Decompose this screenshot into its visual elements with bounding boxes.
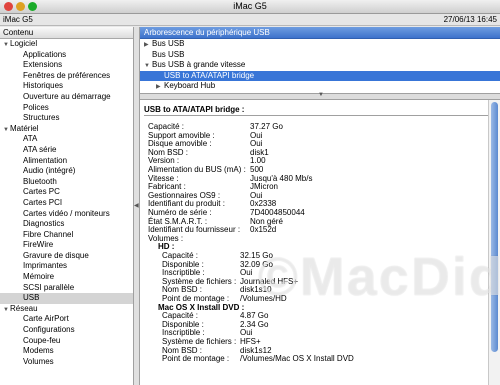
sidebar-item[interactable]: Imprimantes: [0, 261, 133, 272]
sidebar-item[interactable]: Fenêtres de préférences: [0, 71, 133, 82]
splitter-grip-icon: ◀: [134, 203, 139, 209]
sidebar-item[interactable]: Modems: [0, 346, 133, 357]
tree-row[interactable]: ▶ Keyboard Hub: [140, 81, 500, 92]
sidebar-header[interactable]: Contenu: [0, 27, 133, 39]
usb-device-tree: Arborescence du périphérique USB ▶ Bus US…: [140, 27, 500, 94]
sidebar-item-label: SCSI parallèle: [23, 282, 75, 292]
tree-row[interactable]: ▼ Bus USB à grande vitesse: [140, 60, 500, 71]
title-bar: iMac G5: [0, 0, 500, 14]
sidebar-item-label: Matériel: [10, 123, 39, 133]
sidebar-item-label: Gravure de disque: [23, 250, 89, 260]
sidebar-item-label: Réseau: [10, 303, 38, 313]
sidebar-category[interactable]: ▼Logiciel: [0, 39, 133, 50]
tree-row[interactable]: Bus USB: [140, 50, 500, 61]
sidebar-item[interactable]: ATA série: [0, 145, 133, 156]
detail-scrollbar[interactable]: [488, 100, 500, 385]
tree-row-label: USB to ATA/ATAPI bridge: [164, 70, 255, 80]
sidebar-item-label: Diagnostics: [23, 219, 65, 229]
sidebar-item-label: Carte AirPort: [23, 314, 69, 324]
sidebar-item-label: FireWire: [23, 240, 54, 250]
sidebar-item[interactable]: Cartes PC: [0, 187, 133, 198]
sidebar-item-label: Structures: [23, 113, 60, 123]
sidebar-item[interactable]: ATA: [0, 134, 133, 145]
disclosure-triangle-icon[interactable]: ▼: [144, 61, 152, 72]
sidebar-item[interactable]: Cartes PCI: [0, 198, 133, 209]
sidebar-item[interactable]: Ouverture au démarrage: [0, 92, 133, 103]
sidebar-item[interactable]: SCSI parallèle: [0, 283, 133, 294]
sidebar-item-label: Cartes PC: [23, 187, 60, 197]
tree-list: ▶ Bus USB Bus USB ▼ Bus USB à grande vitesse…: [140, 39, 500, 92]
sidebar-item-label: Imprimantes: [23, 261, 68, 271]
tree-header[interactable]: Arborescence du périphérique USB: [140, 27, 500, 39]
scrollbar-thumb[interactable]: [491, 102, 498, 352]
splitter-grip-icon: ▼: [318, 92, 324, 98]
tree-row-label: Bus USB: [152, 39, 185, 48]
sidebar-item[interactable]: Bluetooth: [0, 177, 133, 188]
sidebar-item[interactable]: Cartes vidéo / moniteurs: [0, 209, 133, 220]
report-date: 27/06/13 16:45: [443, 15, 497, 24]
sidebar-item[interactable]: FireWire: [0, 240, 133, 251]
sidebar-item-label: Volumes: [23, 356, 54, 366]
tree-row[interactable]: ▶ Bus USB: [140, 39, 500, 50]
sidebar-item[interactable]: Applications: [0, 50, 133, 61]
sidebar-item[interactable]: Extensions: [0, 60, 133, 71]
sidebar-item-label: Configurations: [23, 325, 75, 335]
sidebar-item[interactable]: Diagnostics: [0, 219, 133, 230]
sidebar-item-label: Bluetooth: [23, 176, 57, 186]
sidebar-item-label: Ouverture au démarrage: [23, 91, 111, 101]
sidebar-item[interactable]: Historiques: [0, 81, 133, 92]
sidebar-item[interactable]: Coupe-feu: [0, 336, 133, 347]
sidebar-item-label: USB: [23, 293, 40, 303]
sidebar-item[interactable]: Structures: [0, 113, 133, 124]
sidebar-item[interactable]: Alimentation: [0, 156, 133, 167]
sidebar-item[interactable]: Mémoire: [0, 272, 133, 283]
contents-sidebar: Contenu ▼Logiciel Applications Extensions F…: [0, 27, 134, 385]
sidebar-item-label: Fenêtres de préférences: [23, 70, 111, 80]
sidebar-list: ▼Logiciel Applications Extensions Fenêtres …: [0, 39, 133, 367]
property-label: Point de montage :: [162, 354, 230, 364]
detail-title: USB to ATA/ATAPI bridge :: [144, 105, 245, 114]
sidebar-item-label: Cartes PCI: [23, 197, 63, 207]
sidebar-item[interactable]: Polices: [0, 103, 133, 114]
tree-row-label: Bus USB à grande vitesse: [152, 60, 246, 70]
sidebar-item-label: ATA: [23, 134, 38, 144]
sidebar-item-label: Fibre Channel: [23, 229, 74, 239]
sidebar-item-label: Logiciel: [10, 39, 38, 48]
sidebar-item-label: Audio (intégré): [23, 166, 76, 176]
tree-row[interactable]: USB to ATA/ATAPI bridge: [140, 70, 500, 82]
detail-pane: USB to ATA/ATAPI bridge : Capacité :37.2…: [140, 100, 500, 385]
sidebar-item-label: Modems: [23, 346, 54, 356]
sidebar-item[interactable]: Volumes: [0, 357, 133, 368]
sidebar-category[interactable]: ▼Matériel: [0, 124, 133, 135]
sidebar-item[interactable]: USB: [0, 293, 133, 304]
watermark: ©MacDid: [258, 247, 500, 307]
sidebar-item-label: Polices: [23, 102, 49, 112]
sidebar-item-label: Alimentation: [23, 155, 68, 165]
tree-row-label: Bus USB: [152, 49, 185, 59]
tree-row-label: Keyboard Hub: [164, 81, 216, 91]
sidebar-item-label: Cartes vidéo / moniteurs: [23, 208, 110, 218]
sidebar-item[interactable]: Gravure de disque: [0, 251, 133, 262]
sidebar-category[interactable]: ▼Réseau: [0, 304, 133, 315]
divider: [144, 115, 496, 116]
disclosure-triangle-icon[interactable]: ▶: [156, 82, 164, 93]
sidebar-item-label: Applications: [23, 49, 67, 59]
sidebar-item-label: ATA série: [23, 144, 57, 154]
sidebar-item[interactable]: Configurations: [0, 325, 133, 336]
sidebar-item[interactable]: Carte AirPort: [0, 314, 133, 325]
property-value: /Volumes/Mac OS X Install DVD: [240, 354, 354, 364]
info-bar: iMac G5 27/06/13 16:45: [0, 14, 500, 26]
window-title: iMac G5: [233, 1, 267, 11]
sidebar-item-label: Historiques: [23, 81, 64, 91]
sidebar-item-label: Mémoire: [23, 272, 55, 282]
sidebar-item[interactable]: Fibre Channel: [0, 230, 133, 241]
sidebar-item-label: Extensions: [23, 60, 63, 70]
property-value: 0x152d: [250, 225, 277, 235]
sidebar-item-label: Coupe-feu: [23, 335, 61, 345]
machine-name: iMac G5: [3, 15, 33, 24]
sidebar-item[interactable]: Audio (intégré): [0, 166, 133, 177]
